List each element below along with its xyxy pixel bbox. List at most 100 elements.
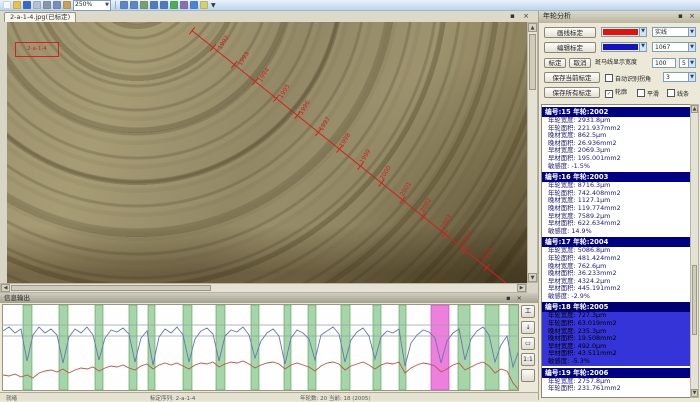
- new-icon[interactable]: [3, 1, 11, 9]
- ring-year-label: 2003: [440, 213, 454, 230]
- ring-band[interactable]: [399, 305, 406, 390]
- settings-icon[interactable]: [180, 1, 188, 9]
- draw-calibrate-button[interactable]: 画线标定: [544, 27, 596, 38]
- output-panel-pin-close[interactable]: ▪ ×: [506, 293, 524, 303]
- rotate-left-icon[interactable]: [150, 1, 158, 9]
- spinner-icon[interactable]: ▼: [688, 73, 695, 81]
- paste-icon[interactable]: [63, 1, 71, 9]
- scroll-down-icon[interactable]: ▼: [528, 273, 537, 282]
- image-vscrollbar[interactable]: ▲ ▼: [527, 22, 538, 283]
- ring-band[interactable]: [148, 305, 155, 390]
- latewood-color-swatch: [603, 44, 638, 50]
- ring-band[interactable]: [129, 305, 137, 390]
- checkbox-icon[interactable]: [605, 74, 613, 82]
- pan-down-button[interactable]: ↓: [521, 321, 535, 334]
- zoom-select-button[interactable]: ▭: [521, 337, 535, 350]
- chart-canvas: [3, 305, 518, 390]
- analyze-icon[interactable]: [190, 1, 198, 9]
- ring-year-label: 1992: [217, 34, 231, 51]
- blank-button[interactable]: [521, 369, 535, 382]
- measurement-line[interactable]: 1992199319941995199619971998199920002001…: [192, 30, 506, 283]
- zebra-spin-value: 5: [682, 60, 686, 67]
- smooth-checkbox[interactable]: 平滑: [637, 89, 659, 99]
- zebra-width-label: 斑马线显示宽度: [595, 59, 637, 67]
- ring-band[interactable]: [216, 305, 225, 390]
- chevron-down-icon[interactable]: ▼: [639, 43, 646, 51]
- chart-mini-toolbar: 工 ↓ ▭ 1:1: [521, 305, 537, 391]
- ring-band[interactable]: [373, 305, 381, 390]
- measure-icon[interactable]: [170, 1, 178, 9]
- zebra-spin-input[interactable]: 5▼: [679, 58, 696, 68]
- zebra-width-input[interactable]: 100: [652, 58, 676, 68]
- line-style-value: 实线: [655, 29, 667, 36]
- actual-size-button[interactable]: 1:1: [521, 353, 535, 366]
- checkbox-icon[interactable]: [667, 89, 675, 97]
- ring-year-label: 2005: [480, 246, 494, 263]
- output-panel-title: 信息输出: [0, 293, 538, 303]
- scroll-up-icon[interactable]: ▲: [528, 23, 537, 32]
- ring-entry: 编号:16 年轮:2003年轮宽度: 8716.3μm年轮面积: 742.408…: [542, 172, 690, 235]
- fit-window-icon[interactable]: [140, 1, 148, 9]
- print-icon[interactable]: [33, 1, 41, 9]
- auto-corner-input[interactable]: 3▼: [663, 72, 696, 82]
- line-checkbox[interactable]: 线条: [667, 89, 689, 99]
- copy-icon[interactable]: [53, 1, 61, 9]
- save-all-button[interactable]: 保存所有标定: [544, 87, 600, 98]
- output-panel: 信息输出 ▪ × 工 ↓ ▭ 1:1: [0, 293, 538, 392]
- rotate-right-icon[interactable]: [160, 1, 168, 9]
- chevron-down-icon[interactable]: ▼: [688, 43, 695, 51]
- chevron-down-icon[interactable]: ▼: [105, 1, 109, 9]
- line-style-select[interactable]: 实线 ▼: [652, 27, 696, 37]
- zoom-level-combo[interactable]: 250%▼: [73, 0, 111, 11]
- ring-entry: 编号:15 年轮:2002年轮宽度: 2931.8μm年轮面积: 221.937…: [542, 107, 690, 170]
- outline-checkbox[interactable]: ✓轮廓: [605, 89, 627, 98]
- scroll-left-icon[interactable]: ◀: [1, 284, 10, 292]
- main-toolbar: 250%▼▼: [0, 0, 700, 11]
- scroll-up-icon[interactable]: ▲: [691, 105, 698, 113]
- spinner-icon[interactable]: ▼: [688, 59, 695, 67]
- auto-corner-checkbox[interactable]: 自动识别拐角: [605, 74, 651, 84]
- smooth-label: 平滑: [647, 91, 659, 98]
- document-window-buttons[interactable]: ▪ ×: [510, 12, 532, 20]
- save-icon[interactable]: [23, 1, 31, 9]
- earlywood-color-picker[interactable]: ▼: [601, 27, 647, 37]
- ring-band[interactable]: [183, 305, 192, 390]
- mark-button[interactable]: 标定: [544, 58, 566, 68]
- ring-year-label: 2002: [419, 197, 433, 214]
- cut-icon[interactable]: [43, 1, 51, 9]
- open-icon[interactable]: [13, 1, 21, 9]
- fit-height-button[interactable]: 工: [521, 305, 535, 318]
- ring-year-label: 1995: [277, 83, 291, 100]
- threshold-value: 1067: [655, 44, 670, 51]
- analysis-panel-pin-close[interactable]: ▪ ×: [678, 11, 697, 22]
- help-icon[interactable]: [200, 1, 208, 9]
- chevron-down-icon[interactable]: ▼: [639, 28, 646, 36]
- edit-calibrate-button[interactable]: 编辑标定: [544, 42, 596, 53]
- scroll-right-icon[interactable]: ▶: [517, 284, 526, 292]
- hscroll-thumb[interactable]: [11, 285, 211, 291]
- selected-ring-band[interactable]: [431, 305, 449, 390]
- image-hscrollbar[interactable]: ◀ ▶: [0, 283, 527, 293]
- chevron-down-icon[interactable]: ▼: [688, 28, 695, 36]
- vscroll-thumb[interactable]: [529, 34, 536, 90]
- annotation-label-box: 2-a-1-4: [15, 42, 59, 57]
- checkbox-checked-icon[interactable]: ✓: [605, 90, 613, 98]
- zoom-out-icon[interactable]: [130, 1, 138, 9]
- threshold-select[interactable]: 1067 ▼: [652, 42, 696, 52]
- checkbox-icon[interactable]: [637, 89, 645, 97]
- save-current-button[interactable]: 保存当前标定: [544, 72, 600, 83]
- cancel-button[interactable]: 取消: [569, 58, 591, 68]
- ring-entry-value: 敏感度: -1.5%: [542, 163, 690, 171]
- ring-band[interactable]: [284, 305, 291, 390]
- zoom-in-icon[interactable]: [120, 1, 128, 9]
- wood-sample-image[interactable]: 2-a-1-4 19921993199419951996199719981999…: [7, 22, 527, 283]
- latewood-color-picker[interactable]: ▼: [601, 42, 647, 52]
- ring-band[interactable]: [308, 305, 316, 390]
- toolbar-overflow-dropdown[interactable]: ▼: [211, 2, 216, 9]
- list-scroll-thumb[interactable]: [692, 265, 697, 335]
- ring-entry-value: 年轮面积: 231.761mm2: [542, 385, 690, 393]
- scroll-down-icon[interactable]: ▼: [691, 389, 698, 397]
- list-scrollbar[interactable]: ▲ ▼: [690, 104, 699, 398]
- ring-year-label: 1999: [358, 148, 372, 165]
- ring-year-label: 1996: [298, 99, 312, 116]
